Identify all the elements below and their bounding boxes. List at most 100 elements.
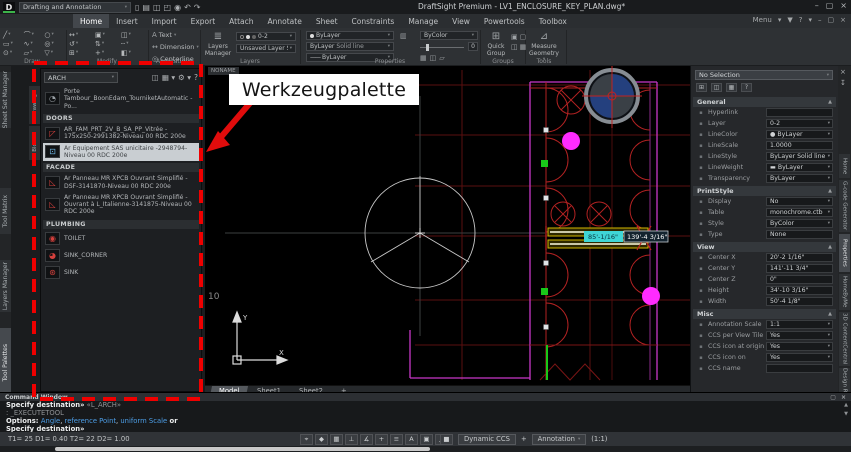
tab-manage[interactable]: Manage <box>401 14 445 28</box>
draw-tool-icon[interactable]: ▱▾ <box>24 48 43 57</box>
modify-tool-icon[interactable]: ↔▾ <box>69 30 93 39</box>
linestyle-select[interactable]: ByLayerSolid line▾ <box>306 42 394 51</box>
group-edit-icon[interactable]: ▣ <box>511 33 518 41</box>
layers-manager-button[interactable]: ≣Layers Manager <box>203 31 233 57</box>
etrack-icon[interactable]: + <box>375 434 388 445</box>
group-options-icon[interactable]: ▦ <box>520 43 527 51</box>
minimize-icon[interactable]: – <box>815 1 819 10</box>
palette-item[interactable]: ⊡Ar Equipement SAS unicitaire -2948794-N… <box>43 143 199 162</box>
undock-command-icon[interactable]: ▢ <box>830 394 836 401</box>
select-entities-icon[interactable]: ⊞ <box>696 83 707 92</box>
palette-item[interactable]: ◺Ar Panneau MR XPCB Ouvrant Simplifié - … <box>43 192 199 218</box>
sidebar-tab-sheet-set-manager[interactable]: Sheet Set Manager <box>0 72 11 128</box>
tab-attach[interactable]: Attach <box>222 14 260 28</box>
annotation-vis-icon[interactable]: A <box>405 434 418 445</box>
workspace-caret-icon[interactable]: ▼ <box>787 16 792 24</box>
palette-item[interactable]: ◔Porte Tambour_BoonEdam_TourniketAutomat… <box>43 86 199 112</box>
property-value-select[interactable]: ●ByLayer▾ <box>766 130 833 139</box>
section-header-misc[interactable]: Misc▲ <box>693 309 836 319</box>
dynamic-ccs-toggle[interactable]: Dynamic CCS <box>458 434 516 445</box>
layer-select[interactable]: 0-2▾ <box>236 32 296 41</box>
clear-properties-icon[interactable]: ▱ <box>439 54 444 62</box>
sidebar-tab-layers-manager[interactable]: Layers Manager <box>0 260 11 312</box>
view-options-icon[interactable]: ▦ ▾ <box>162 73 175 82</box>
property-value-field[interactable]: 50'-4 1/8" <box>766 297 833 306</box>
restore-panel-icon[interactable]: ▢ <box>828 16 835 24</box>
redo-icon[interactable]: ↷ <box>194 2 201 13</box>
property-value-select[interactable]: monochrome.ctb▾ <box>766 208 833 217</box>
tab-export[interactable]: Export <box>184 14 223 28</box>
undo-icon[interactable]: ↶ <box>184 2 191 13</box>
add-scale-button[interactable]: + <box>521 435 527 443</box>
property-value-select[interactable]: 0-2▾ <box>766 119 833 128</box>
grid-icon[interactable]: ▦ <box>330 434 343 445</box>
modify-tool-icon[interactable]: ▣▾ <box>95 30 119 39</box>
section-header-general[interactable]: General▲ <box>693 97 836 107</box>
right-tab-homebyme[interactable]: HomeByMe <box>839 274 850 310</box>
lineweight-icon[interactable]: ≡ <box>390 434 403 445</box>
group-add-icon[interactable]: ◫ <box>511 43 518 51</box>
new-file-icon[interactable]: ▯ <box>135 2 139 13</box>
command-option-link[interactable]: uniform Scale <box>120 417 167 425</box>
modify-tool-icon[interactable]: +▾ <box>95 48 119 57</box>
menu-button[interactable]: Menu <box>753 16 772 24</box>
command-scrollbar[interactable] <box>55 447 430 451</box>
help-caret-icon[interactable]: ▾ <box>808 16 812 24</box>
dimension-tool[interactable]: ↔Dimension▾ <box>152 43 199 51</box>
property-value-select[interactable]: Yes▾ <box>766 331 833 340</box>
property-value-select[interactable]: Yes▾ <box>766 353 833 362</box>
tab-annotate[interactable]: Annotate <box>261 14 309 28</box>
restore-icon[interactable]: ▢ <box>826 1 834 10</box>
property-value-select[interactable]: 1:1▾ <box>766 320 833 329</box>
esnap-icon[interactable]: ⌖ <box>300 434 313 445</box>
close-panel-icon[interactable]: × <box>840 68 846 76</box>
ungroup-icon[interactable]: ▢ <box>520 33 527 41</box>
palette-item[interactable]: ◺Ar Panneau MR XPCB Ouvrant Simplifié - … <box>43 173 199 192</box>
section-header-view[interactable]: View▲ <box>693 242 836 252</box>
draw-tool-icon[interactable]: ○▾ <box>44 30 63 39</box>
save-palette-icon[interactable]: ◫ <box>152 73 159 82</box>
command-scroll[interactable]: ▲▼ <box>844 402 848 417</box>
copy-properties-icon[interactable]: ◫ <box>430 54 437 62</box>
tab-constraints[interactable]: Constraints <box>345 14 402 28</box>
close-panel-icon[interactable]: × <box>840 16 846 24</box>
tab-powertools[interactable]: Powertools <box>477 14 532 28</box>
palette-group-select[interactable]: ARCH▾ <box>44 72 118 83</box>
property-value-field[interactable]: 141'-11 3/4" <box>766 264 833 273</box>
selection-square-icon[interactable]: ■ <box>440 434 453 445</box>
workspace-icon[interactable]: ▣ <box>420 434 433 445</box>
palette-tab-drawing[interactable]: Drawing <box>29 86 40 124</box>
close-icon[interactable]: × <box>840 1 847 10</box>
pin-panel-icon[interactable]: ↧ <box>840 79 846 87</box>
property-value-field[interactable] <box>766 364 833 373</box>
ortho-icon[interactable]: ⊥ <box>345 434 358 445</box>
modify-tool-icon[interactable]: ┄▾ <box>121 39 145 48</box>
sidebar-tab-tool-matrix[interactable]: Tool Matrix <box>0 188 11 234</box>
preview-icon[interactable]: ◉ <box>174 2 181 13</box>
draw-tool-icon[interactable]: ◎▾ <box>44 39 63 48</box>
palette-item[interactable]: ◕SINK_CORNER <box>43 247 199 264</box>
draw-tool-icon[interactable]: ∿▾ <box>24 39 43 48</box>
property-value-field[interactable]: 20'-2 1/16" <box>766 253 833 262</box>
quick-select-icon[interactable]: ◫ <box>711 83 722 92</box>
tab-home[interactable]: Home <box>73 14 109 28</box>
modify-tool-icon[interactable]: ⇅▾ <box>95 39 119 48</box>
workspace-selector[interactable]: Drafting and Annotation ▾ <box>19 2 131 13</box>
sidebar-tab-tool-palettes[interactable]: Tool Palettes <box>0 328 11 398</box>
panel-help-icon[interactable]: ? <box>741 83 752 92</box>
palette-item[interactable]: ◉TOILET <box>43 230 199 247</box>
draw-tool-icon[interactable]: ▭▾ <box>3 39 22 48</box>
palette-toggle-icon[interactable]: ▥ <box>400 32 407 40</box>
palette-item[interactable]: ⊛SINK <box>43 264 199 281</box>
modify-tool-icon[interactable]: ⊞▾ <box>69 48 93 57</box>
property-value-select[interactable]: ▬ByLayer▾ <box>766 163 833 172</box>
tab-toolbox[interactable]: Toolbox <box>532 14 574 28</box>
palette-item[interactable]: ◸AR_FAM_PRT_2V_B_SA_PP_Vitrée - 175x250-… <box>43 124 199 143</box>
select-matching-icon[interactable]: ▦ <box>726 83 737 92</box>
palette-tab-blocks[interactable]: Blocks <box>29 126 40 160</box>
property-value-field[interactable]: 0" <box>766 275 833 284</box>
modify-tool-icon[interactable]: ◫▾ <box>121 30 145 39</box>
right-tab-properties[interactable]: Properties <box>839 234 850 272</box>
right-tab-home[interactable]: Home <box>839 154 850 178</box>
selection-filter-select[interactable]: No Selection▾ <box>695 70 833 80</box>
